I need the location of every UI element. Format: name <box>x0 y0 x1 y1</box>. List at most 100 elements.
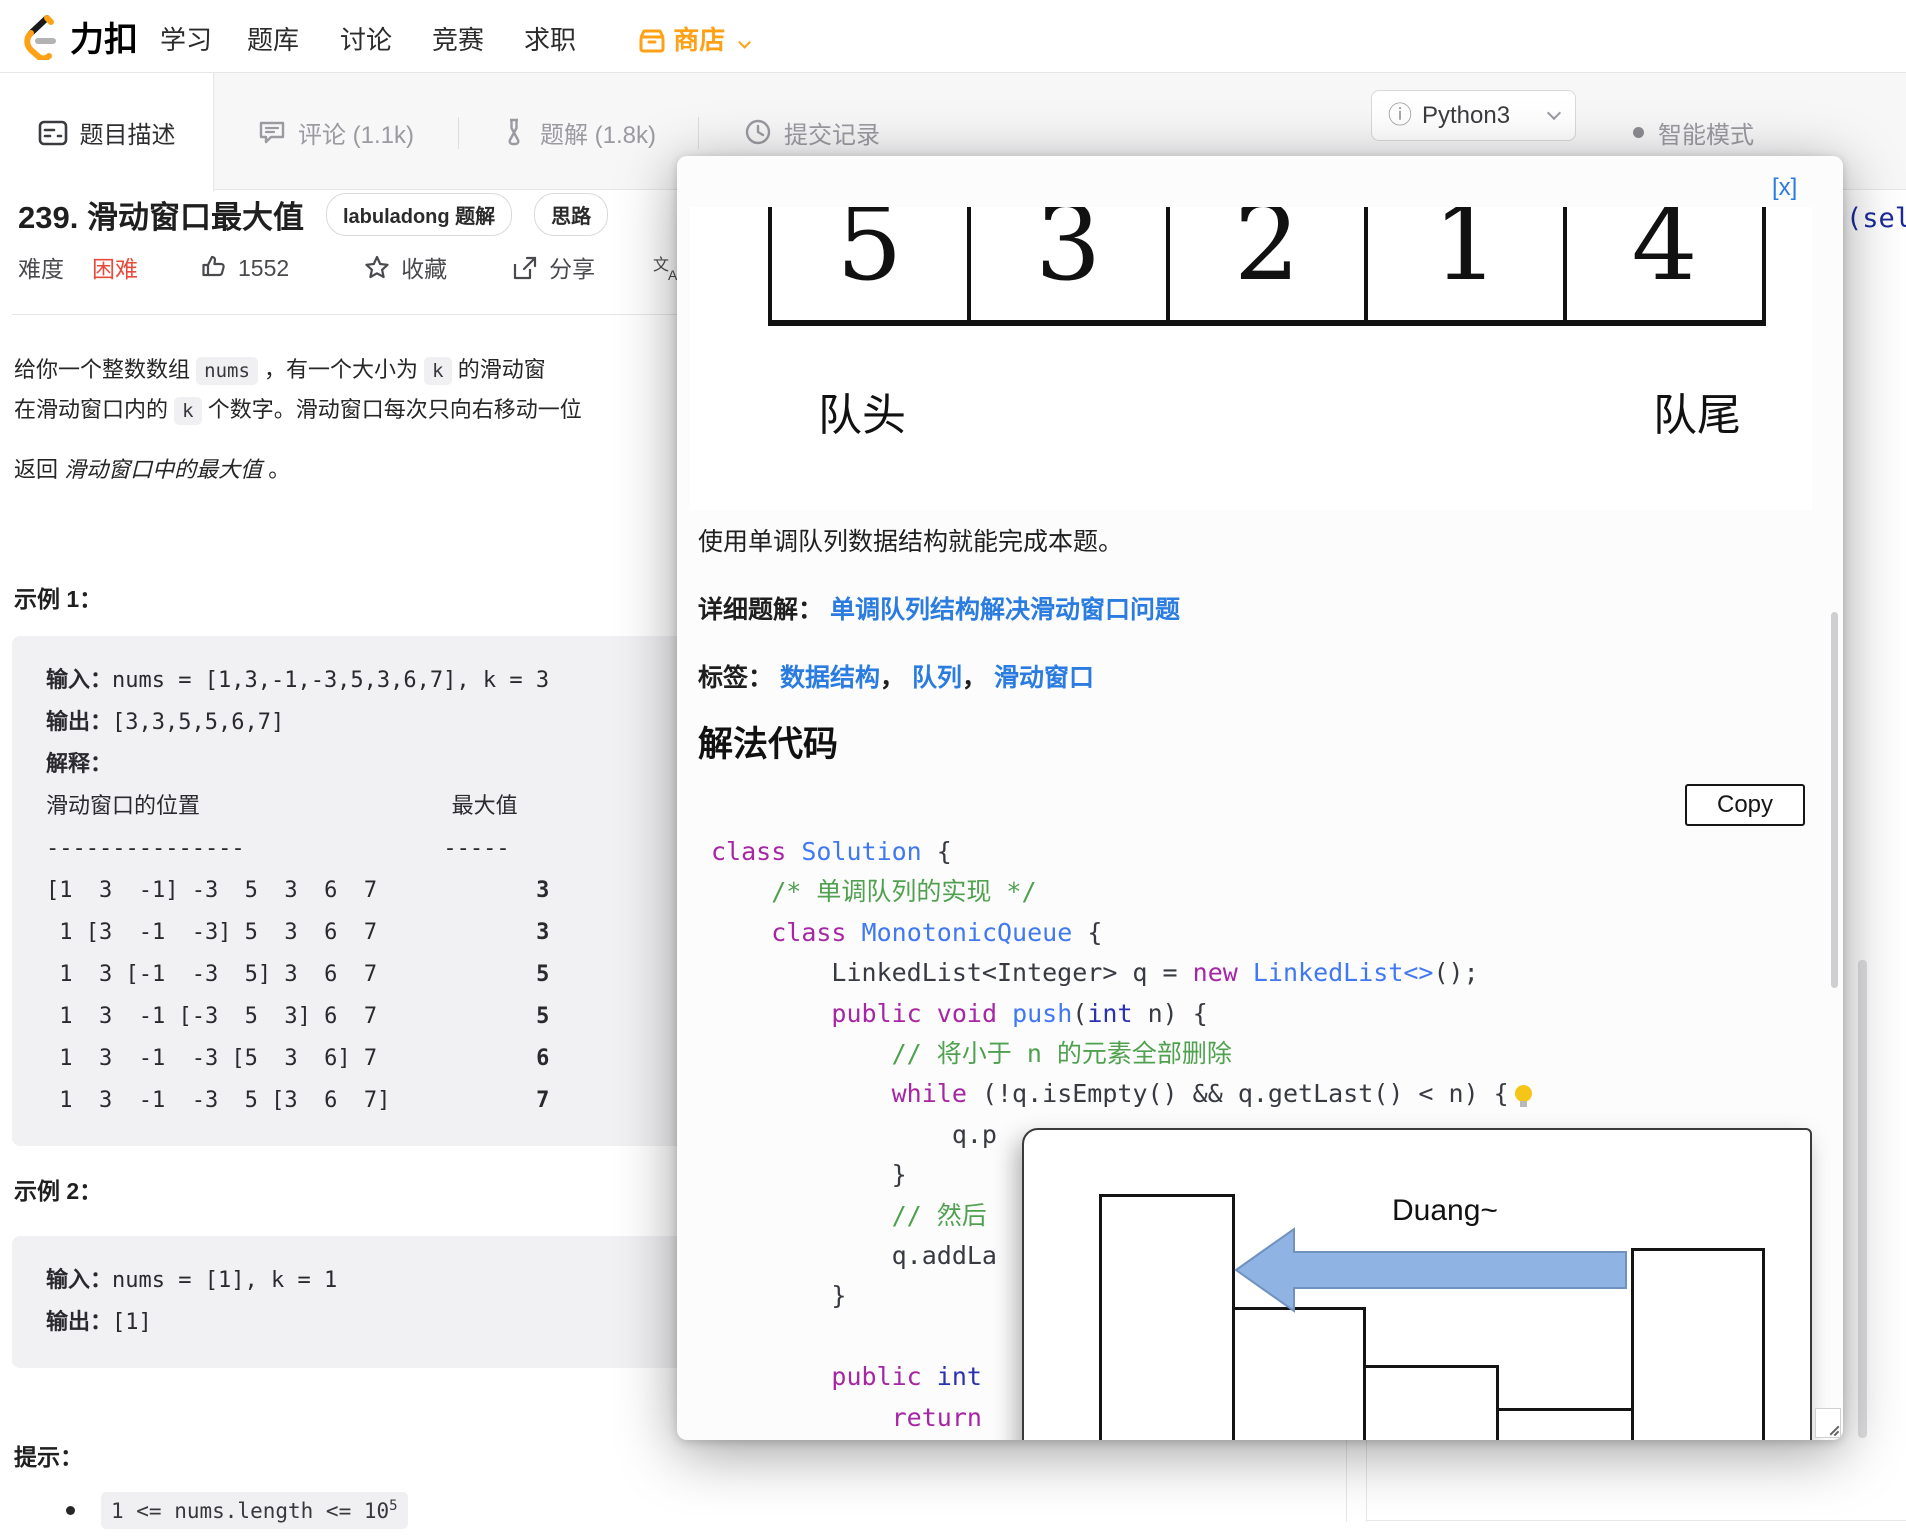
info-icon: ⓘ <box>1388 101 1412 129</box>
description-return: 返回 滑动窗口中的最大值 。 <box>14 457 291 482</box>
like-count: 1552 <box>238 254 290 281</box>
top-navbar: 力扣 学习 题库 讨论 竞赛 求职 商店 <box>0 0 1906 72</box>
store-icon <box>639 29 665 53</box>
description-line-2: 在滑动窗口内的 k 个数字。滑动窗口每次只向右移动一位 <box>14 392 582 425</box>
queue-cell: 3 <box>971 207 1170 320</box>
duang-label: Duang~ <box>1392 1194 1498 1227</box>
detail-row: 详细题解： 单调队列结构解决滑动窗口问题 <box>698 590 1180 626</box>
resize-handle[interactable] <box>1815 1408 1841 1438</box>
star-icon <box>365 255 389 279</box>
hint-constraint: 1 <= nums.length <= 105 <box>101 1492 408 1529</box>
logo-text: 力扣 <box>70 21 138 59</box>
queue-cell: 1 <box>1368 207 1568 320</box>
clock-icon <box>745 119 771 145</box>
store-caret-icon <box>738 36 752 49</box>
meta-row: 难度 困难 1552 收藏 分享 文 A 切 <box>18 250 716 284</box>
thumb-up-icon <box>202 255 225 276</box>
nav-item-learn[interactable]: 学习 <box>160 20 212 57</box>
nav-item-jobs[interactable]: 求职 <box>524 20 576 57</box>
description-line-1: 给你一个整数数组 nums ，有一个大小为 k 的滑动窗 <box>14 352 546 385</box>
close-button[interactable]: [x] <box>1772 174 1797 202</box>
favorite-button[interactable]: 收藏 <box>363 250 447 284</box>
queue-head-label: 队头 <box>818 391 906 440</box>
solution-intro: 使用单调队列数据结构就能完成本题。 <box>698 528 1124 556</box>
solutions-icon <box>508 118 520 146</box>
pill-labuladong[interactable]: labuladong 题解 <box>325 193 513 236</box>
bar <box>1363 1365 1499 1440</box>
tab-description-label: 题目描述 <box>79 122 176 149</box>
editor-scrollbar[interactable] <box>1858 960 1867 1438</box>
favorite-label: 收藏 <box>401 256 448 282</box>
lightbulb-icon <box>1514 1085 1532 1108</box>
left-arrow-icon <box>1234 1227 1627 1313</box>
hint-item: 1 <= nums.length <= 105 <box>66 1492 408 1529</box>
tab-separator <box>458 117 459 149</box>
like-button[interactable]: 1552 <box>200 253 289 282</box>
panel-divider <box>1366 1520 1906 1521</box>
example2-label: 示例 2： <box>14 1178 103 1204</box>
smart-mode-label: 智能模式 <box>1658 122 1754 149</box>
modal-scrollbar[interactable] <box>1831 612 1838 988</box>
tag-link[interactable]: 队列 <box>912 664 962 692</box>
bullet-icon <box>66 1506 75 1515</box>
nav-store-label: 商店 <box>673 25 726 55</box>
chevron-down-icon <box>1546 105 1562 120</box>
difficulty-badge: 困难 <box>92 256 138 282</box>
solution-modal: [x] 53214 队头 队尾 使用单调队列数据结构就能完成本题。 详细题解： … <box>677 156 1843 1440</box>
smart-mode-toggle[interactable]: 智能模式 <box>1633 115 1754 150</box>
bar <box>1631 1248 1765 1440</box>
description-icon <box>38 120 67 145</box>
example1-label: 示例 1： <box>14 586 103 612</box>
tab-solutions[interactable]: 题解 (1.8k) <box>502 73 656 191</box>
bar <box>1496 1408 1634 1440</box>
queue-cell: 2 <box>1170 207 1369 320</box>
tag-link[interactable]: 滑动窗口 <box>994 664 1094 692</box>
detail-link[interactable]: 单调队列结构解决滑动窗口问题 <box>830 596 1180 624</box>
share-label: 分享 <box>549 256 596 282</box>
tab-description[interactable]: 题目描述 <box>0 73 214 192</box>
tab-separator <box>698 117 699 149</box>
tab-submissions-label: 提交记录 <box>784 121 880 149</box>
tags-row: 标签： 数据结构， 队列， 滑动窗口 <box>698 664 1094 692</box>
language-select[interactable]: ⓘ Python3 <box>1371 90 1576 141</box>
tag-link[interactable]: 数据结构 <box>780 664 880 692</box>
page-title: 239. 滑动窗口最大值 <box>18 200 304 235</box>
detail-label: 详细题解： <box>698 596 824 624</box>
nav-item-discuss[interactable]: 讨论 <box>340 20 392 57</box>
panel-divider <box>1366 1440 1367 1522</box>
nav-item-problems[interactable]: 题库 <box>247 20 299 57</box>
tab-comments[interactable]: 评论 (1.1k) <box>258 73 414 191</box>
queue-cell: 5 <box>772 207 971 320</box>
nav-item-contest[interactable]: 竞赛 <box>432 20 484 57</box>
editor-code-fragment: (sel <box>1846 203 1906 234</box>
difficulty-label: 难度 <box>18 256 64 282</box>
leetcode-logo[interactable]: 力扣 <box>16 12 138 61</box>
language-label: Python3 <box>1422 101 1511 129</box>
panel-divider <box>1346 1440 1347 1522</box>
tab-solutions-label: 题解 (1.8k) <box>540 121 657 149</box>
code-heading: 解法代码 <box>698 725 839 764</box>
hover-image-popup: Duang~ <box>1022 1128 1812 1440</box>
inline-code-k: k <box>424 357 452 385</box>
smart-mode-dot-icon <box>1633 127 1644 138</box>
title-row: 239. 滑动窗口最大值 labuladong 题解 思路 <box>18 192 609 237</box>
nav-item-store[interactable]: 商店 <box>638 20 752 57</box>
hint-label: 提示： <box>14 1444 83 1470</box>
leetcode-logo-icon <box>24 14 56 60</box>
queue-cells: 53214 <box>768 207 1766 326</box>
inline-code-nums: nums <box>196 357 258 385</box>
queue-illustration: 53214 队头 队尾 <box>690 207 1812 510</box>
comments-icon <box>259 121 285 144</box>
tab-comments-label: 评论 (1.1k) <box>298 121 415 149</box>
queue-cell: 4 <box>1631 207 1698 304</box>
inline-code-k: k <box>174 397 202 425</box>
share-icon <box>514 256 537 280</box>
share-button[interactable]: 分享 <box>511 250 595 284</box>
bar <box>1099 1194 1235 1440</box>
tags-label: 标签： <box>698 664 774 692</box>
queue-tail-label: 队尾 <box>1653 391 1741 440</box>
copy-button[interactable]: Copy <box>1685 784 1805 826</box>
leetcode-page: 力扣 学习 题库 讨论 竞赛 求职 商店 题目描述 评论 (1.1k) 题解 (… <box>0 0 1906 1536</box>
bar <box>1232 1307 1366 1440</box>
pill-idea[interactable]: 思路 <box>534 193 609 236</box>
